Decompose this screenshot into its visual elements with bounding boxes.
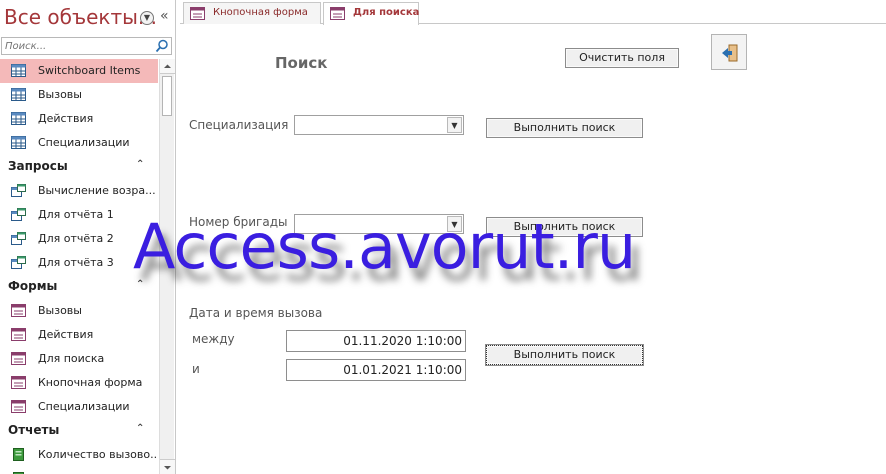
nav-item-label: Количество вызово... <box>38 448 158 461</box>
search-icon[interactable] <box>155 39 169 53</box>
nav-item[interactable]: Для поиска <box>0 347 158 371</box>
nav-group-label: Запросы <box>8 159 68 173</box>
form-icon <box>190 7 205 20</box>
nav-item-label: Для поиска <box>38 352 105 365</box>
chevron-down-icon[interactable]: ▼ <box>140 11 154 25</box>
form-icon <box>11 328 26 341</box>
brigade-combo[interactable]: ▼ <box>294 214 464 234</box>
form-icon <box>11 304 26 317</box>
nav-item[interactable]: Switchboard Items <box>0 59 158 83</box>
nav-item-label: Вычисление возра... <box>38 184 156 197</box>
collapse-group-icon[interactable]: ⌃ <box>136 279 144 290</box>
table-icon <box>11 112 26 125</box>
tab-label: Для поиска <box>353 7 420 18</box>
nav-item-label: Действия <box>38 328 94 341</box>
table-icon <box>11 136 26 149</box>
brigade-label: Номер бригады <box>189 215 288 229</box>
nav-item-label: Switchboard Items <box>38 64 141 77</box>
nav-group-header[interactable]: Отчеты ⌃ <box>0 419 158 443</box>
tab-label: Кнопочная форма <box>213 7 308 18</box>
form-title: Поиск <box>275 54 328 72</box>
nav-item[interactable]: Кнопочная форма <box>0 371 158 395</box>
nav-item[interactable]: Для отчёта 1 <box>0 203 158 227</box>
query-icon <box>11 232 26 245</box>
nav-item[interactable]: Специализации <box>0 395 158 419</box>
scroll-down-icon[interactable] <box>160 459 175 474</box>
scroll-thumb[interactable] <box>162 76 172 116</box>
scroll-up-icon[interactable] <box>160 59 175 74</box>
nav-header: Все объекты... ▼ « <box>0 0 176 36</box>
chevron-down-icon[interactable]: ▼ <box>447 216 462 232</box>
tab-switchboard-form[interactable]: Кнопочная форма <box>183 2 321 24</box>
nav-item-label: Для отчёта 2 <box>38 232 114 245</box>
clear-fields-button[interactable]: Очистить поля <box>565 48 679 68</box>
nav-item[interactable]: Для отчёта 2 <box>0 227 158 251</box>
access-window: Все объекты... ▼ « Switchboard Items Вызо… <box>0 0 886 474</box>
collapse-group-icon[interactable]: ⌃ <box>136 423 144 434</box>
query-icon <box>11 208 26 221</box>
form-icon <box>11 352 26 365</box>
collapse-group-icon[interactable]: ⌃ <box>136 159 144 170</box>
chevron-down-icon[interactable]: ▼ <box>447 117 462 133</box>
nav-title[interactable]: Все объекты... <box>4 5 157 29</box>
datetime-label: Дата и время вызова <box>189 306 323 320</box>
search-input[interactable] <box>2 38 152 54</box>
form-icon <box>11 400 26 413</box>
nav-item-label: Вызовы <box>38 88 82 101</box>
table-icon <box>11 88 26 101</box>
nav-item-label: Кнопочная форма <box>38 376 143 389</box>
nav-group-header[interactable]: Формы ⌃ <box>0 275 158 299</box>
collapse-pane-icon[interactable]: « <box>160 8 169 24</box>
nav-item[interactable]: Количество вызово... <box>0 467 158 474</box>
query-icon <box>11 184 26 197</box>
document-tabs: Кнопочная форма Для поиска <box>180 0 886 25</box>
exit-door-icon <box>722 44 738 62</box>
tab-search-form[interactable]: Для поиска <box>323 2 419 25</box>
specialization-combo[interactable]: ▼ <box>294 115 464 135</box>
query-icon <box>11 256 26 269</box>
search-button-specialization[interactable]: Выполнить поиск <box>486 118 643 138</box>
form-icon <box>11 376 26 389</box>
nav-item[interactable]: Вызовы <box>0 299 158 323</box>
nav-group-label: Отчеты <box>8 423 60 437</box>
nav-item[interactable]: Действия <box>0 323 158 347</box>
exit-button[interactable] <box>711 34 747 70</box>
nav-item-label: Вызовы <box>38 304 82 317</box>
nav-group-header[interactable]: Запросы ⌃ <box>0 155 158 179</box>
nav-item-label: Специализации <box>38 400 130 413</box>
nav-item[interactable]: Специализации <box>0 131 158 155</box>
search-button-brigade[interactable]: Выполнить поиск <box>486 217 643 237</box>
nav-scrollbar[interactable] <box>159 59 175 474</box>
nav-item[interactable]: Количество вызово... <box>0 443 158 467</box>
nav-item-label: Для отчёта 3 <box>38 256 114 269</box>
nav-search-box <box>1 37 172 55</box>
nav-object-list: Switchboard Items Вызовы Действия Специализ… <box>0 59 158 474</box>
and-label: и <box>192 362 200 376</box>
table-icon <box>11 64 26 77</box>
nav-item[interactable]: Действия <box>0 107 158 131</box>
date-to-field[interactable]: 01.01.2021 1:10:00 <box>286 359 466 381</box>
report-icon <box>11 448 26 461</box>
nav-item-label: Действия <box>38 112 94 125</box>
nav-item-label: Для отчёта 1 <box>38 208 114 221</box>
nav-group-label: Формы <box>8 279 58 293</box>
nav-item[interactable]: Для отчёта 3 <box>0 251 158 275</box>
nav-item-label: Специализации <box>38 136 130 149</box>
between-label: между <box>192 332 235 346</box>
form-icon <box>330 7 345 20</box>
nav-item[interactable]: Вычисление возра... <box>0 179 158 203</box>
navigation-pane: Все объекты... ▼ « Switchboard Items Вызо… <box>0 0 176 474</box>
search-form: Поиск Очистить поля Специализация ▼ Выпо… <box>180 25 886 474</box>
search-button-datetime[interactable]: Выполнить поиск <box>485 344 644 366</box>
nav-item[interactable]: Вызовы <box>0 83 158 107</box>
date-from-field[interactable]: 01.11.2020 1:10:00 <box>286 330 466 352</box>
specialization-label: Специализация <box>189 118 289 132</box>
